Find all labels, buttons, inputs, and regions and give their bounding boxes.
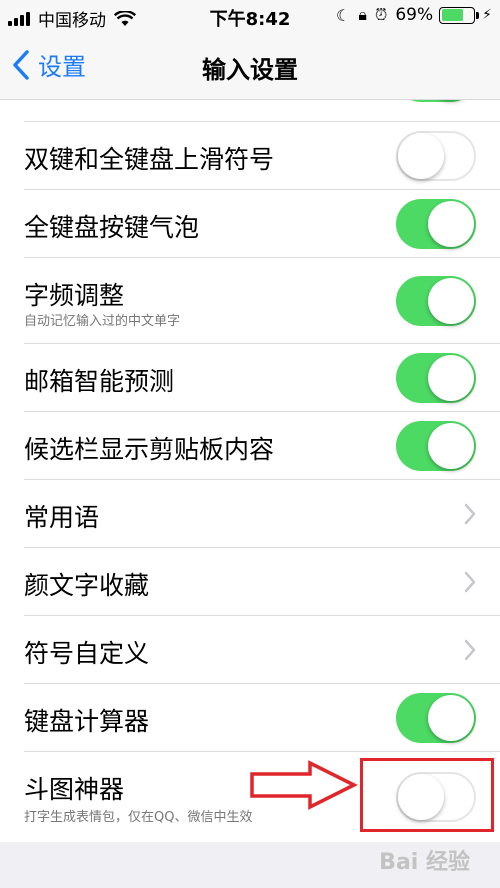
- toggle-switch[interactable]: [396, 353, 476, 403]
- toggle-switch[interactable]: [396, 421, 476, 471]
- settings-row-link[interactable]: 符号自定义: [0, 616, 500, 684]
- setting-label: 候选栏显示剪贴板内容: [24, 435, 275, 464]
- settings-row: 键盘计算器: [0, 684, 500, 752]
- setting-label: 符号自定义: [24, 639, 150, 668]
- setting-label: 字频调整: [24, 281, 125, 310]
- chevron-right-icon: [464, 503, 476, 525]
- settings-row-link[interactable]: 常用语: [0, 480, 500, 548]
- setting-label: 键盘计算器: [24, 707, 150, 736]
- settings-row-link[interactable]: 颜文字收藏: [0, 548, 500, 616]
- rotation-lock-icon: 🔒︎: [358, 5, 367, 24]
- setting-sublabel: 自动记忆输入过的中文单字: [24, 314, 181, 329]
- battery-percent: 69%: [395, 5, 434, 25]
- setting-label: 双键和全键盘上滑符号: [24, 145, 275, 174]
- status-bar: 中国移动 下午8:42 ☾ 🔒︎ ⏰︎ 69% ⚡: [0, 0, 500, 32]
- status-right: ☾ 🔒︎ ⏰︎ 69% ⚡: [336, 5, 492, 25]
- charging-icon: ⚡: [482, 7, 492, 23]
- settings-row: 字频调整 自动记忆输入过的中文单字: [0, 258, 500, 344]
- setting-sublabel: 打字生成表情包，仅在QQ、微信中生效: [24, 810, 253, 825]
- battery-fill: [441, 9, 464, 21]
- toggle-switch[interactable]: [396, 693, 476, 743]
- alarm-icon: ⏰︎: [374, 5, 388, 24]
- chevron-right-icon: [464, 571, 476, 593]
- toggle-switch[interactable]: [396, 131, 476, 181]
- settings-row: 候选栏显示剪贴板内容: [0, 412, 500, 480]
- battery-tip: [476, 11, 480, 19]
- navigation-bar: 设置 输入设置: [0, 32, 500, 100]
- annotation-highlight-box: [360, 758, 494, 832]
- settings-row-partial: [0, 100, 500, 122]
- annotation-arrow-icon: [250, 760, 358, 810]
- page-title: 输入设置: [202, 56, 298, 84]
- moon-icon: ☾: [336, 5, 351, 25]
- setting-label: 斗图神器: [24, 775, 125, 804]
- settings-list: 双键和全键盘上滑符号 全键盘按键气泡 字频调整 自动记忆输入过的中文单字 邮箱智…: [0, 100, 500, 842]
- setting-label: 邮箱智能预测: [24, 367, 175, 396]
- watermark: Bai 经验: [379, 850, 470, 875]
- chevron-right-icon: [464, 639, 476, 661]
- setting-label: 颜文字收藏: [24, 571, 150, 600]
- setting-label: 常用语: [24, 503, 100, 532]
- settings-row: 双键和全键盘上滑符号: [0, 122, 500, 190]
- settings-row: 全键盘按键气泡: [0, 190, 500, 258]
- setting-label: 全键盘按键气泡: [24, 213, 200, 242]
- toggle-switch[interactable]: [396, 100, 476, 102]
- toggle-switch[interactable]: [396, 199, 476, 249]
- settings-row: 邮箱智能预测: [0, 344, 500, 412]
- toggle-switch[interactable]: [396, 276, 476, 326]
- battery-icon: [439, 6, 476, 24]
